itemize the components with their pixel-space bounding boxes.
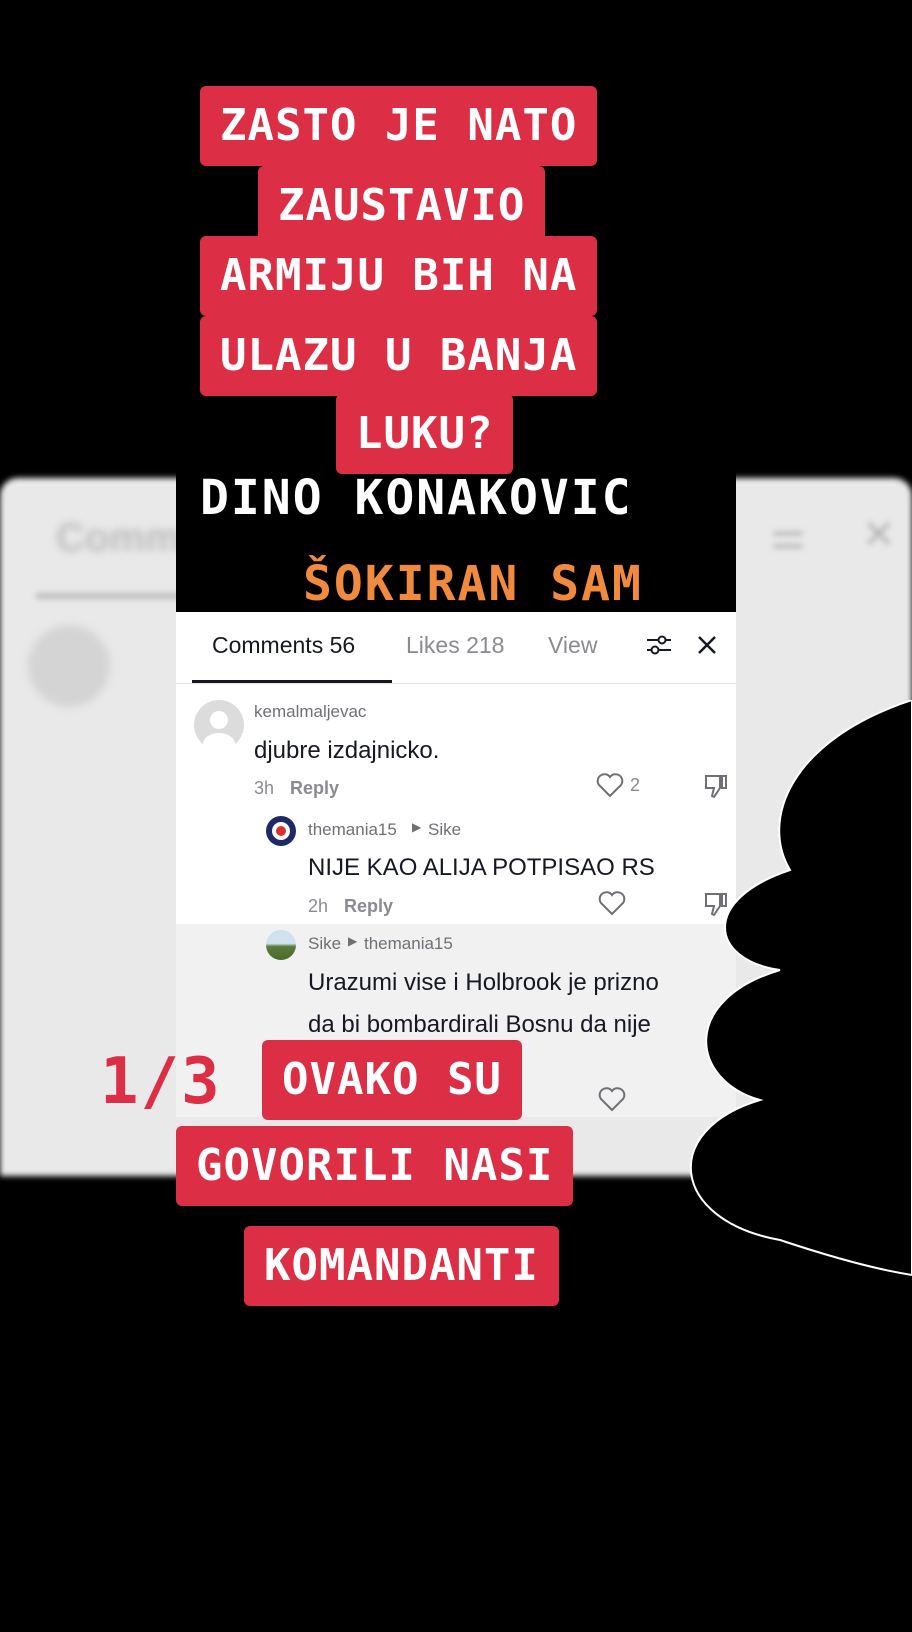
tab-comments[interactable]: Comments 56 [212, 632, 355, 659]
like-count: 2 [630, 775, 641, 795]
comment-time: 2h [308, 896, 329, 916]
heart-icon[interactable] [598, 1086, 626, 1112]
decorative-shape [689, 700, 912, 1277]
caption-bottom-line-2: GOVORILI NASI [176, 1126, 574, 1206]
caption-top-line-4: ULAZU U BANJA [200, 316, 598, 396]
background-title: Comm [56, 516, 181, 560]
caption-top-line-5: LUKU? [336, 394, 514, 474]
caption-bottom-line-3: KOMANDANTI [244, 1226, 559, 1306]
tab-underline [192, 680, 392, 683]
comment-username[interactable]: themania15 [308, 820, 397, 840]
background-close-icon: ✕ [862, 513, 896, 557]
heart-icon[interactable] [596, 772, 624, 798]
reply-to-username[interactable]: themania15 [364, 934, 453, 954]
comment-username[interactable]: Sike [308, 934, 341, 954]
default-avatar-icon [203, 711, 235, 755]
comment-text: djubre izdajnicko. [254, 737, 440, 764]
comment-time: 3h [254, 778, 275, 798]
filter-icon[interactable] [642, 628, 676, 662]
caption-top-line-3: ARMIJU BIH NA [200, 236, 598, 316]
reply-to-username[interactable]: Sike [428, 820, 461, 840]
tab-likes[interactable]: Likes 218 [406, 632, 504, 659]
tab-views[interactable]: View [548, 632, 597, 659]
reply-button[interactable]: Reply [290, 778, 339, 799]
close-icon[interactable] [690, 628, 724, 662]
comment-text-line-1: Urazumi vise i Holbrook je prizno [308, 969, 659, 996]
caption-top-line-2: ZAUSTAVIO [258, 166, 546, 246]
avatar[interactable] [194, 700, 244, 755]
reply-button[interactable]: Reply [344, 896, 393, 917]
tab-bar: Comments 56 Likes 218 View [176, 612, 736, 684]
comment-username[interactable]: kemalmaljevac [254, 702, 366, 722]
background-filter-icon: ⚌ [770, 513, 806, 557]
heart-icon[interactable] [598, 890, 626, 916]
page-indicator: 1/3 [100, 1045, 222, 1119]
reply-arrow-icon: ▶ [412, 820, 422, 834]
video-subtitle: ŠOKIRAN SAM [303, 556, 643, 612]
caption-bottom-line-1: OVAKO SU [262, 1040, 522, 1120]
avatar[interactable] [266, 930, 296, 960]
background-avatar [28, 625, 110, 707]
caption-top-line-1: ZASTO JE NATO [200, 86, 598, 166]
reply-arrow-icon: ▶ [348, 934, 358, 948]
avatar[interactable] [266, 816, 296, 846]
comment-text: NIJE KAO ALIJA POTPISAO RS [308, 854, 655, 881]
flower-avatar-icon [272, 822, 290, 840]
video-title: DINO KONAKOVIC [200, 470, 633, 526]
